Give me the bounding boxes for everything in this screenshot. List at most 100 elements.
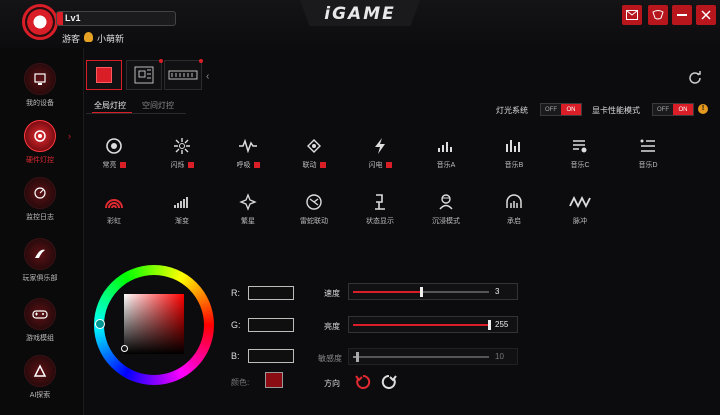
stars-icon [218,188,278,216]
effect-stars[interactable]: 繁星 [218,188,278,238]
effect-label: 音乐D [618,160,678,170]
effect-label-text: 闪烁 [170,162,185,169]
effect-label: 常亮 [84,160,144,170]
effect-music-b[interactable]: 音乐B [484,132,544,182]
effect-label: 沉浸模式 [416,216,476,226]
r-label: R: [231,288,240,298]
sensitivity-thumb[interactable] [356,352,360,362]
sidebar-item-label: 玩家俱乐部 [22,275,58,282]
speed-track-fill [353,291,421,293]
effect-music-d[interactable]: 音乐D [618,132,678,182]
sidebar-item-label: 硬件灯控 [26,157,54,164]
saturation-value-picker[interactable] [124,294,184,354]
effect-label: 雷蛇联动 [284,216,344,226]
effect-label-text: 状态显示 [366,218,394,225]
effect-label-text: 联动 [302,162,317,169]
effect-label: 音乐C [550,160,610,170]
light-system-toggle[interactable]: OFF ON [540,103,582,116]
sidebar-item-monitor-log[interactable]: 监控日志 [16,177,64,229]
toggle-on: ON [673,104,693,115]
memory-device-tab[interactable] [164,59,203,90]
gpu-perf-toggle[interactable]: OFF ON [652,103,694,116]
club-icon [24,238,56,270]
speed-thumb[interactable] [420,287,423,297]
sidebar-item-game-mod[interactable]: 游戏模组 [16,298,64,350]
effect-label: 闪烁 [152,160,212,170]
sync-icon [284,132,344,160]
effect-static[interactable]: 常亮 [84,132,144,182]
effect-label: 繁星 [218,216,278,226]
sensitivity-slider[interactable]: 10 [348,348,518,365]
effect-immersive[interactable]: 沉浸模式 [416,188,476,238]
speed-slider[interactable]: 3 [348,283,518,300]
light-control-icon [24,120,56,152]
razer-sync-icon [284,188,344,216]
close-icon[interactable] [696,5,716,25]
app-title: iGAME [324,4,396,24]
effect-label: 呼吸 [218,160,278,170]
effect-gradient[interactable]: 渐变 [152,188,212,238]
effect-flag-badge [253,162,260,168]
motherboard-device-tab[interactable] [126,59,163,90]
sv-knob[interactable] [121,345,128,352]
effect-blink[interactable]: 闪烁 [152,132,212,182]
music-b-icon [484,132,544,160]
refresh-icon[interactable] [688,70,702,84]
toggle-off: OFF [541,104,561,115]
g-input[interactable] [248,318,294,332]
gpu-perf-label: 显卡性能模式 [592,106,640,115]
b-input[interactable] [248,349,294,363]
skin-icon[interactable] [648,5,668,25]
active-tab-underline [92,112,132,113]
level-fill [57,12,63,25]
rotate-clockwise-icon[interactable] [380,373,398,391]
breath-icon [218,132,278,160]
effect-label: 闪电 [350,160,410,170]
mail-icon[interactable] [622,5,642,25]
effect-breath[interactable]: 呼吸 [218,132,278,182]
info-icon[interactable]: ! [698,104,708,114]
minimize-icon[interactable] [672,5,692,25]
sidebar-item-label: AI探索 [29,392,51,399]
sidebar-item-my-device[interactable]: 我的设备 [16,63,64,115]
effect-label: 脉冲 [550,216,610,226]
effect-status-display[interactable]: 状态显示 [350,188,410,238]
effect-label: 承启 [484,216,544,226]
effect-lightning[interactable]: 闪电 [350,132,410,182]
gradient-icon [152,188,212,216]
rotate-counterclockwise-icon[interactable] [354,373,372,391]
effect-flag-badge [187,162,194,168]
g-label: G: [231,320,241,330]
effect-label-text: 彩虹 [107,218,121,225]
sensitivity-label: 敏感度 [318,354,342,363]
hue-knob[interactable] [95,319,105,329]
rainbow-icon [84,188,144,216]
effect-label-text: 闪电 [368,162,383,169]
effect-chengqi[interactable]: 承启 [484,188,544,238]
music-c-icon [550,132,610,160]
mode-tabs-divider [86,113,186,114]
brightness-label: 亮度 [324,322,340,331]
toggle-on: ON [561,104,581,115]
sidebar-item-club[interactable]: 玩家俱乐部 [16,238,64,290]
tab-global-light[interactable]: 全局灯控 [94,100,126,111]
sidebar-item-light-control[interactable]: 硬件灯控 [16,120,64,172]
effect-label-text: 承启 [507,218,521,225]
effect-music-a[interactable]: 音乐A [416,132,476,182]
brightness-thumb[interactable] [488,320,491,330]
effect-rainbow[interactable]: 彩虹 [84,188,144,238]
effect-music-c[interactable]: 音乐C [550,132,610,182]
sidebar-item-ai-explore[interactable]: AI探索 [16,355,64,407]
level-bar: Lv1 [56,11,176,26]
tab-space-light[interactable]: 空间灯控 [142,100,174,111]
color-swatch[interactable] [265,372,283,388]
effect-sync[interactable]: 联动 [284,132,344,182]
chevron-left-icon[interactable]: ‹ [206,71,209,82]
gpu-device-tab[interactable] [86,60,122,90]
avatar[interactable] [22,4,58,40]
brightness-slider[interactable]: 255 [348,316,518,333]
effect-razer-sync[interactable]: 雷蛇联动 [284,188,344,238]
r-input[interactable] [248,286,294,300]
effect-pulse[interactable]: 脉冲 [550,188,610,238]
memory-icon [168,70,198,80]
